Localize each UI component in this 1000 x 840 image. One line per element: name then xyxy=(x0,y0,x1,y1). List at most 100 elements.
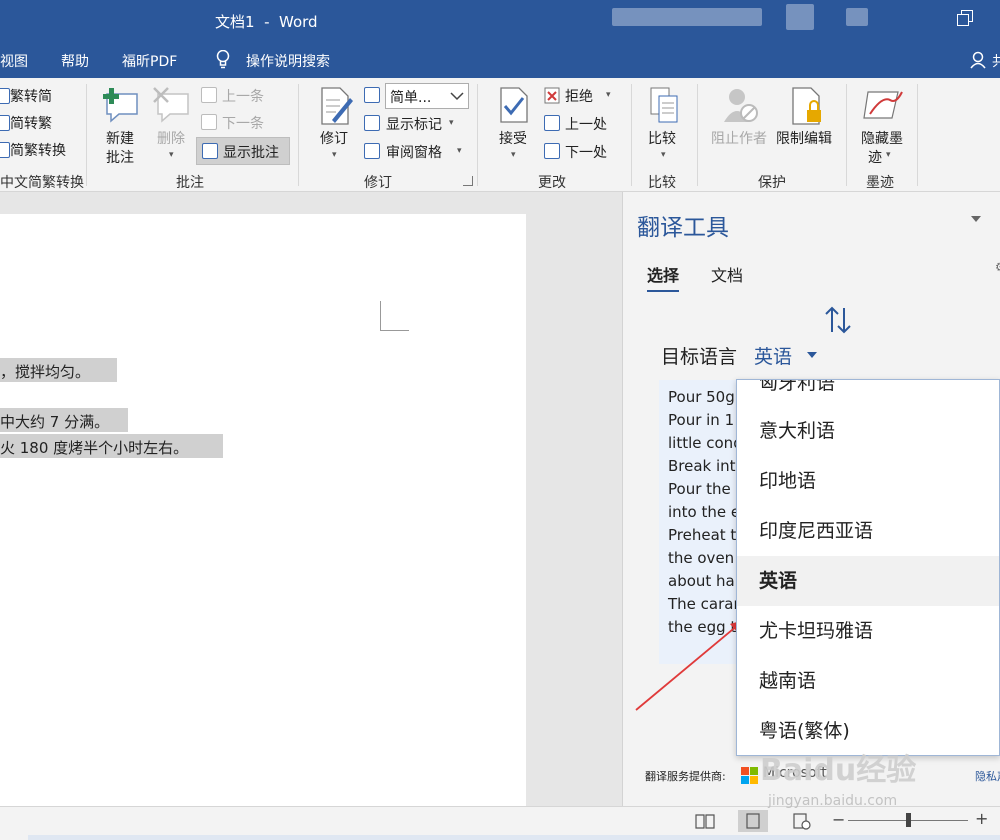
tab-document[interactable]: 文档 xyxy=(711,262,743,286)
restore-window-button[interactable] xyxy=(957,10,975,28)
hide-ink-button[interactable]: 隐藏墨 xyxy=(861,128,903,148)
display-for-review-dropdown[interactable]: 简单... xyxy=(385,83,469,109)
group-separator xyxy=(697,84,698,186)
provider-label: 翻译服务提供商: xyxy=(645,770,726,783)
accept-change-icon xyxy=(500,87,528,123)
show-comments-button[interactable]: 显示批注 xyxy=(196,137,290,165)
language-option[interactable]: 意大利语 xyxy=(737,406,999,456)
doc-text-line[interactable]: ，搅拌均匀。 xyxy=(0,358,117,382)
display-for-review-icon xyxy=(364,87,380,103)
zoom-slider-thumb[interactable] xyxy=(906,813,911,827)
zoom-in-button[interactable]: + xyxy=(975,809,988,828)
share-label: 共 xyxy=(992,54,1000,70)
watermark-url: jingyan.baidu.com xyxy=(768,793,898,809)
changes-group-label: 更改 xyxy=(538,175,566,191)
language-option[interactable]: 印地语 xyxy=(737,456,999,506)
doc-text-line[interactable]: 中大约 7 分满。 xyxy=(0,408,128,432)
language-option[interactable]: 尤卡坦玛雅语 xyxy=(737,606,999,656)
previous-comment-button[interactable]: 上一条 xyxy=(222,86,264,106)
doc-text-line[interactable]: 火 180 度烤半个小时左右。 xyxy=(0,434,223,458)
margin-corner-mark xyxy=(380,301,409,331)
translator-title: 翻译工具 xyxy=(637,215,729,241)
tracking-options-launcher[interactable] xyxy=(463,176,473,186)
chevron-down-icon: ▾ xyxy=(511,150,516,160)
tab-selection[interactable]: 选择 xyxy=(647,262,680,292)
trad-to-simp-button[interactable]: 繁转简 xyxy=(10,86,52,106)
next-change-button[interactable]: 下一处 xyxy=(565,142,607,162)
show-markup-button[interactable]: 显示标记 xyxy=(386,114,442,134)
print-layout-icon xyxy=(746,813,760,829)
language-option[interactable]: 匈牙利语 xyxy=(737,380,999,408)
gear-icon[interactable]: ⚙ xyxy=(995,260,1000,274)
track-changes-button[interactable]: 修订 xyxy=(320,128,348,148)
compare-button[interactable]: 比较 xyxy=(648,128,676,148)
user-icon xyxy=(970,51,986,69)
reviewing-pane-button[interactable]: 审阅窗格 xyxy=(386,142,442,162)
zoom-out-button[interactable]: − xyxy=(832,810,845,829)
chevron-down-icon[interactable] xyxy=(807,352,817,358)
menu-foxit-pdf[interactable]: 福昕PDF xyxy=(122,51,177,71)
pane-options-button[interactable] xyxy=(971,216,981,222)
group-separator xyxy=(477,84,478,186)
annotation-arrow xyxy=(635,619,745,711)
simp-to-trad-button[interactable]: 简转繁 xyxy=(10,113,52,133)
target-language-label: 目标语言 xyxy=(661,346,738,368)
show-comments-label: 显示批注 xyxy=(223,145,279,161)
ink-group-label: 墨迹 xyxy=(866,175,894,191)
show-comments-icon xyxy=(202,143,218,159)
menu-help[interactable]: 帮助 xyxy=(61,51,89,71)
swap-languages-icon[interactable] xyxy=(823,304,853,336)
trad-to-simp-icon xyxy=(0,88,10,104)
lightbulb-icon xyxy=(216,50,230,69)
baidu-watermark: Baidu经验 jingyan.baidu.com xyxy=(752,733,992,811)
window-title: 文档1 - Word xyxy=(215,13,318,31)
result-line: Preheat t xyxy=(668,526,737,544)
next-comment-icon xyxy=(201,114,217,130)
new-comment-button-line2: 批注 xyxy=(106,150,134,166)
reject-button[interactable]: 拒绝 xyxy=(565,86,593,106)
delete-comment-button[interactable]: 删除 xyxy=(157,128,185,148)
tell-me-search[interactable]: 操作说明搜索 xyxy=(246,51,330,71)
new-comment-icon xyxy=(103,88,138,123)
compare-group-label: 比较 xyxy=(648,175,676,191)
language-option-selected[interactable]: 英语 xyxy=(737,556,999,606)
protect-group-label: 保护 xyxy=(758,175,786,191)
chevron-down-icon: ▾ xyxy=(886,150,891,160)
print-layout-button[interactable] xyxy=(738,810,768,832)
result-line: into the e xyxy=(668,503,741,521)
chinese-conversion-group-label: 中文简繁转换 xyxy=(0,175,84,191)
language-option[interactable]: 印度尼西亚语 xyxy=(737,506,999,556)
chevron-down-icon: ▾ xyxy=(661,150,666,160)
menu-bar: 视图 帮助 福昕PDF 操作说明搜索 共 xyxy=(0,42,1000,78)
block-authors-icon xyxy=(724,89,758,122)
new-comment-button[interactable]: 新建 xyxy=(106,128,134,148)
language-dropdown-list[interactable]: 匈牙利语 意大利语 印地语 印度尼西亚语 英语 尤卡坦玛雅语 越南语 粤语(繁体… xyxy=(736,379,1000,756)
chevron-down-icon xyxy=(450,92,464,101)
read-mode-icon[interactable] xyxy=(690,810,720,832)
chevron-down-icon: ▾ xyxy=(332,150,337,160)
previous-change-button[interactable]: 上一处 xyxy=(565,114,607,134)
blurred-account-info xyxy=(612,8,762,26)
web-layout-icon[interactable] xyxy=(786,810,816,832)
result-line: Pour the xyxy=(668,480,731,498)
block-authors-button[interactable]: 阻止作者 xyxy=(711,128,767,148)
chinese-conversion-icon xyxy=(0,142,10,158)
status-bar: − + xyxy=(0,806,1000,840)
menu-view[interactable]: 视图 xyxy=(0,51,28,71)
language-option[interactable]: 越南语 xyxy=(737,656,999,706)
group-separator xyxy=(298,84,299,186)
group-separator xyxy=(917,84,918,186)
simp-to-trad-icon xyxy=(0,115,10,131)
reviewing-pane-icon xyxy=(364,143,380,159)
share-button[interactable]: 共 xyxy=(970,51,1000,71)
chinese-conversion-button[interactable]: 简繁转换 xyxy=(10,140,66,160)
chevron-down-icon: ▾ xyxy=(169,150,174,160)
target-language-dropdown[interactable]: 英语 xyxy=(754,342,792,369)
next-comment-button[interactable]: 下一条 xyxy=(222,113,264,133)
document-page[interactable]: ，搅拌均匀。 中大约 7 分满。 火 180 度烤半个小时左右。 xyxy=(0,214,526,806)
accept-button[interactable]: 接受 xyxy=(499,128,527,148)
chevron-down-icon: ▾ xyxy=(606,90,611,100)
taskbar-strip xyxy=(28,835,1000,840)
tracking-group-label: 修订 xyxy=(364,175,392,191)
restrict-editing-button[interactable]: 限制编辑 xyxy=(776,128,832,148)
